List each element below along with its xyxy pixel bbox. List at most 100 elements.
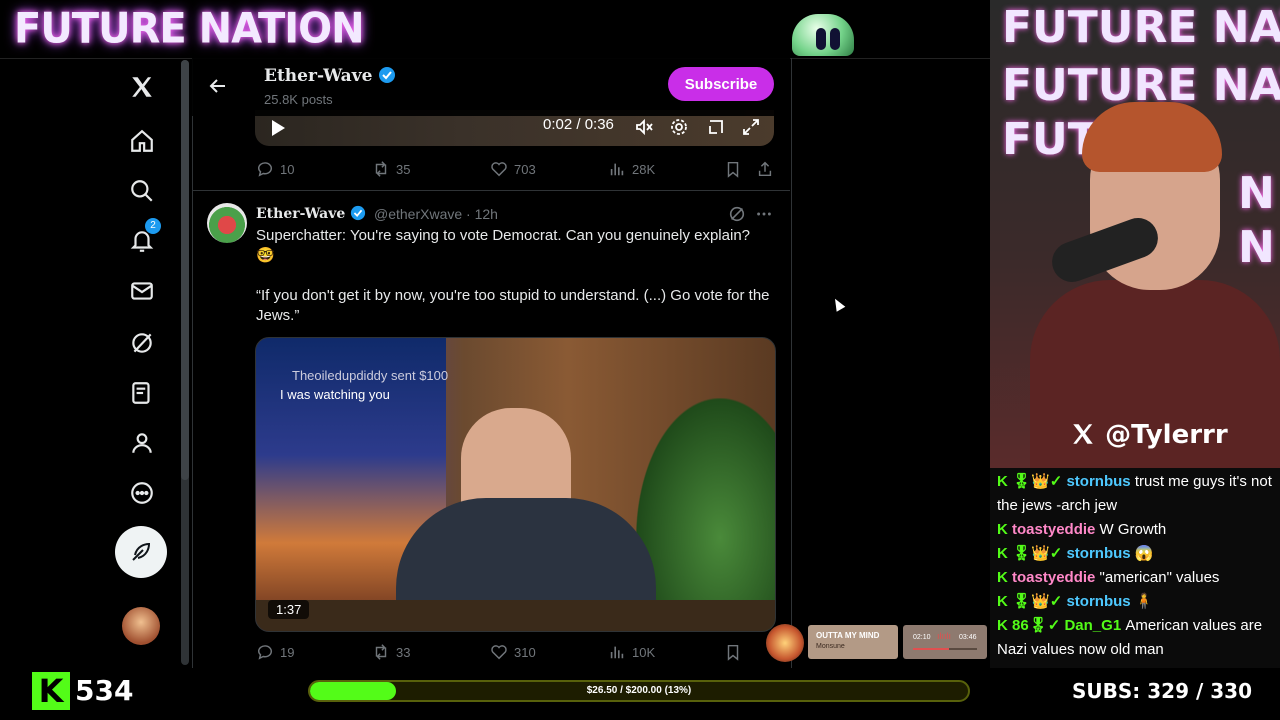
messages-icon[interactable] [125, 274, 159, 308]
mute-icon[interactable] [634, 117, 654, 137]
feather-icon [132, 542, 151, 561]
repost-icon [375, 161, 387, 177]
video-desk [256, 600, 775, 631]
like-button[interactable]: 703 [490, 160, 536, 178]
like-count: 703 [514, 161, 536, 177]
chat-message: K 86🎖✓ Dan_G1 American values are Nazi v… [997, 614, 1277, 662]
reply-icon [257, 162, 272, 177]
chat-badges: K 86🎖✓ [997, 617, 1061, 634]
kick-logo-icon: K [32, 672, 70, 710]
author-name[interactable]: Ether-Wave [256, 206, 345, 222]
now-playing-widget: OUTTA MY MIND Monsune [808, 625, 898, 659]
share-icon[interactable] [756, 160, 774, 178]
views-icon [610, 163, 624, 176]
fullscreen-icon[interactable] [741, 117, 761, 137]
x-logo-icon [1073, 424, 1093, 444]
video-duration: 1:37 [268, 600, 310, 619]
audio-wave-icon: ılıılı [937, 631, 952, 641]
profile-icon[interactable] [125, 426, 159, 460]
webcam-title-5: N [1238, 222, 1275, 273]
video-time: 0:02 / 0:36 [543, 116, 614, 133]
repost-icon [375, 644, 387, 660]
chat-username[interactable]: stornbus [1066, 545, 1130, 562]
webcam-title-1: FUTURE NATION [1002, 2, 1280, 53]
video-plant [636, 398, 775, 631]
post-divider [192, 190, 790, 191]
playback-progress-widget: 02:10 ılıılı 03:46 [903, 625, 987, 659]
more-options-icon[interactable] [755, 205, 773, 223]
tweet-paragraph-2: “If you don't get it by now, you're too … [256, 287, 770, 324]
song-elapsed: 02:10 [913, 634, 931, 641]
subscriber-counter: SUBS: 329 / 330 [1072, 679, 1252, 703]
view-count: 10K [632, 644, 656, 660]
mascot-icon [792, 14, 854, 56]
chat-username[interactable]: Dan_G1 [1064, 617, 1121, 634]
back-arrow-icon[interactable] [208, 76, 228, 96]
chat-badges: K 🎖👑✓ [997, 593, 1063, 610]
streamer-handle: @Tylerrr [1105, 420, 1228, 450]
donation-goal-bar: $26.50 / $200.00 (13%) [308, 680, 970, 702]
heart-icon [491, 645, 507, 660]
repost-button[interactable]: 33 [372, 643, 410, 661]
tweet-text: Superchatter: You're saying to vote Demo… [256, 226, 771, 326]
donation-overlay: Theoiledupdiddy sent $100 [292, 368, 449, 383]
grok-icon[interactable] [125, 326, 159, 360]
search-icon[interactable] [125, 174, 159, 208]
chat-text: 😱 [1134, 545, 1154, 562]
stream-brand-title: FUTURE NATION [14, 4, 365, 54]
song-artist: Monsune [816, 643, 845, 650]
chat-text: 🧍 [1134, 593, 1154, 610]
repost-count: 33 [396, 644, 411, 660]
reply-button[interactable]: 19 [256, 643, 294, 661]
chat-username[interactable]: stornbus [1066, 593, 1130, 610]
song-progress-bar [913, 648, 977, 650]
live-chat: K 🎖👑✓ stornbus trust me guys it's not th… [990, 468, 1280, 668]
views-icon [610, 646, 624, 659]
scrollbar-thumb[interactable] [181, 60, 189, 480]
notifications-bell-icon[interactable]: 2 [125, 218, 161, 258]
account-avatar[interactable] [122, 607, 160, 645]
subscribe-button[interactable]: Subscribe [668, 67, 774, 101]
settings-gear-icon[interactable] [669, 117, 689, 137]
chat-username[interactable]: toastyeddie [1012, 569, 1095, 586]
author-avatar[interactable] [207, 203, 247, 243]
grok-explain-icon[interactable] [728, 205, 746, 223]
bookmark-icon[interactable] [724, 160, 742, 178]
profile-name: Ether-Wave [264, 66, 373, 86]
profile-header: Ether-Wave 25.8K posts Subscribe [192, 58, 790, 116]
chat-badges: K [997, 569, 1008, 586]
lists-icon[interactable] [125, 376, 159, 410]
home-icon[interactable] [125, 124, 159, 158]
chat-message: K toastyeddie "american" values [997, 566, 1277, 590]
reply-button[interactable]: 10 [256, 160, 294, 178]
bookmark-icon[interactable] [724, 643, 742, 661]
chat-message: K 🎖👑✓ stornbus 🧍 [997, 590, 1277, 614]
views-button[interactable]: 28K [608, 160, 655, 178]
like-button[interactable]: 310 [490, 643, 536, 661]
chat-username[interactable]: toastyeddie [1012, 521, 1095, 538]
notification-badge: 2 [145, 218, 161, 234]
verified-badge-icon [351, 205, 366, 221]
pip-icon[interactable] [706, 117, 726, 137]
play-icon[interactable] [269, 119, 287, 137]
tweet-video[interactable]: Theoiledupdiddy sent $100 I was watching… [255, 337, 776, 632]
reply-icon [257, 645, 272, 660]
song-total: 03:46 [959, 634, 977, 641]
chat-text: W Growth [1099, 521, 1167, 538]
x-logo-icon[interactable] [125, 70, 159, 104]
chat-username[interactable]: stornbus [1066, 473, 1130, 490]
streamer-hair [1082, 102, 1222, 172]
more-icon[interactable] [125, 476, 159, 510]
tweet-paragraph-1: Superchatter: You're saying to vote Demo… [256, 227, 751, 264]
views-button[interactable]: 10K [608, 643, 655, 661]
tweet-action-bar: 19 33 310 10K [256, 643, 774, 663]
repost-count: 35 [396, 161, 411, 177]
compose-post-button[interactable] [115, 526, 167, 578]
repost-button[interactable]: 35 [372, 160, 410, 178]
reply-count: 10 [280, 161, 295, 177]
author-handle-time[interactable]: @etherXwave · 12h [374, 206, 498, 222]
viewer-count: 534 [75, 674, 134, 707]
view-count: 28K [632, 161, 656, 177]
chat-message: K toastyeddie W Growth [997, 518, 1277, 542]
post-action-bar: 10 35 703 28K [256, 160, 774, 180]
